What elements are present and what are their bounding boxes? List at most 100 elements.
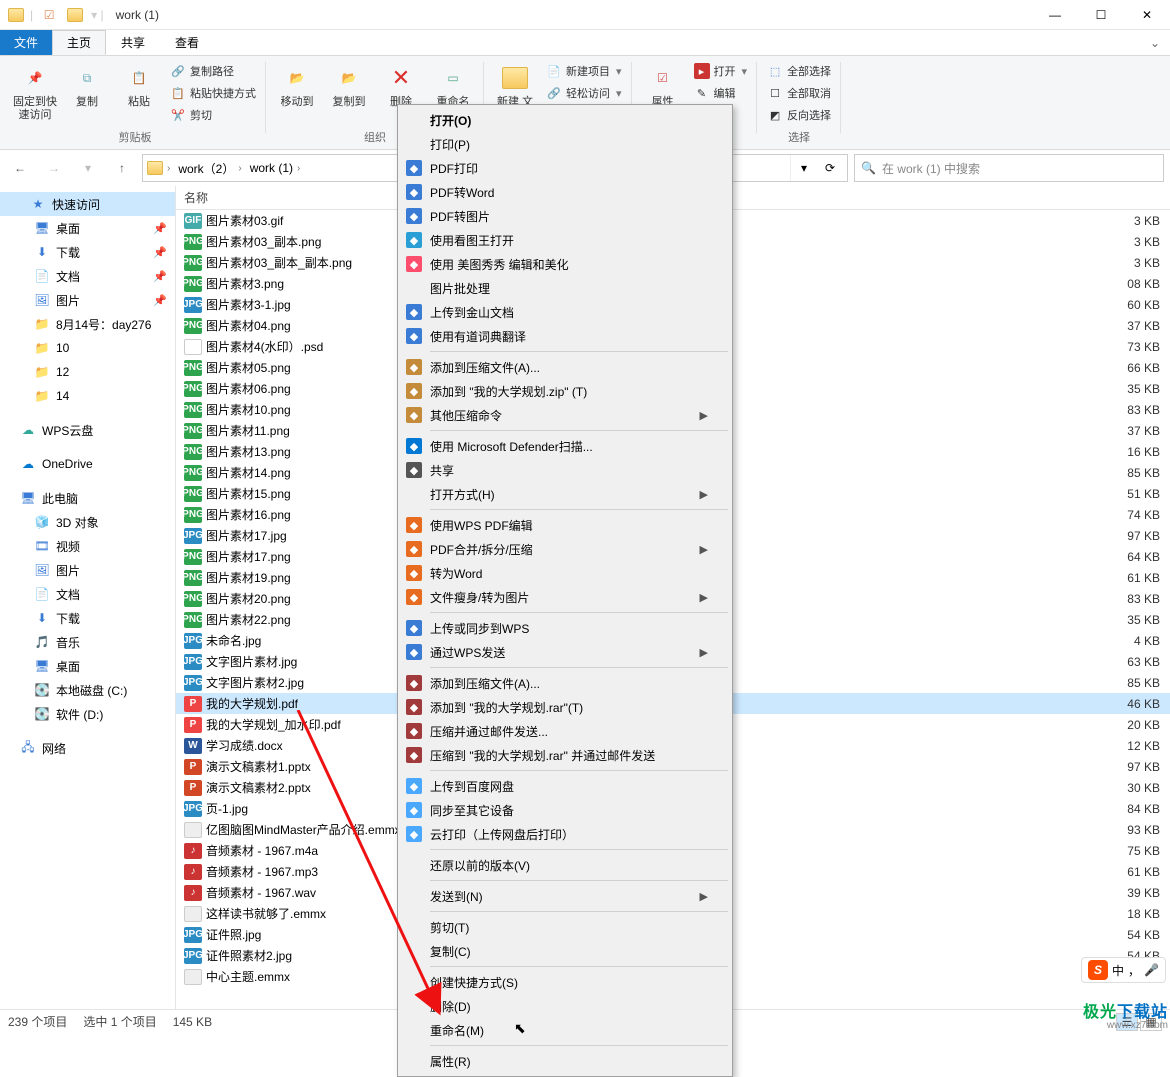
paste-button[interactable]: 📋粘贴: [114, 60, 164, 129]
address-dropdown[interactable]: ▾: [791, 155, 817, 181]
close-button[interactable]: ✕: [1124, 0, 1170, 30]
context-menu-item[interactable]: 删除(D): [400, 994, 730, 1018]
select-all-button[interactable]: ⬚全部选择: [763, 60, 835, 82]
context-menu-item[interactable]: 打开(O): [400, 108, 730, 132]
sidebar-thispc[interactable]: 🖥此电脑: [0, 486, 175, 510]
back-button[interactable]: ←: [6, 154, 34, 182]
sidebar-item[interactable]: 📁10: [0, 336, 175, 360]
tab-file[interactable]: 文件: [0, 30, 52, 55]
context-menu-item[interactable]: ◆ 添加到压缩文件(A)...: [400, 671, 730, 695]
menu-item-icon: ◆: [406, 184, 422, 200]
context-menu-item[interactable]: 发送到(N) ▶: [400, 884, 730, 908]
sidebar-item[interactable]: 🎵音乐: [0, 630, 175, 654]
tab-home[interactable]: 主页: [52, 30, 106, 55]
sidebar-item[interactable]: 📄文档: [0, 582, 175, 606]
context-menu-item[interactable]: ◆ 使用WPS PDF编辑: [400, 513, 730, 537]
sidebar-item[interactable]: 💽本地磁盘 (C:): [0, 678, 175, 702]
easy-access-button[interactable]: 🔗轻松访问▾: [542, 82, 626, 104]
qat-check-icon[interactable]: ☑: [39, 5, 59, 25]
ime-badge[interactable]: S 中 ， 🎤: [1081, 957, 1166, 983]
context-menu-item[interactable]: ◆ 添加到 "我的大学规划.zip" (T): [400, 379, 730, 403]
sidebar-item[interactable]: ⬇下载: [0, 606, 175, 630]
context-menu-item[interactable]: ◆ 使用看图王打开: [400, 228, 730, 252]
sidebar-item[interactable]: 📁12: [0, 360, 175, 384]
search-input[interactable]: 🔍 在 work (1) 中搜索: [854, 154, 1164, 182]
context-menu-item[interactable]: ◆ 同步至其它设备: [400, 798, 730, 822]
sidebar-item[interactable]: 📁14: [0, 384, 175, 408]
open-button[interactable]: ▸打开▾: [690, 60, 752, 82]
menu-item-icon: ◆: [406, 778, 422, 794]
context-menu-item[interactable]: ◆ 压缩并通过邮件发送...: [400, 719, 730, 743]
sidebar-item[interactable]: ⬇下载📌: [0, 240, 175, 264]
context-menu-item[interactable]: ◆ PDF合并/拆分/压缩 ▶: [400, 537, 730, 561]
minimize-button[interactable]: ―: [1032, 0, 1078, 30]
file-icon: PNG: [184, 486, 202, 502]
context-menu-item[interactable]: 属性(R): [400, 1049, 730, 1073]
tab-view[interactable]: 查看: [160, 30, 214, 55]
select-none-button[interactable]: ☐全部取消: [763, 82, 835, 104]
context-menu-item[interactable]: 创建快捷方式(S): [400, 970, 730, 994]
context-menu-item[interactable]: ◆ 上传到金山文档: [400, 300, 730, 324]
invert-selection-button[interactable]: ◩反向选择: [763, 104, 835, 126]
context-menu-item[interactable]: 还原以前的版本(V): [400, 853, 730, 877]
history-dropdown[interactable]: ▾: [74, 154, 102, 182]
sidebar-item[interactable]: 🖥桌面: [0, 654, 175, 678]
context-menu-item[interactable]: ◆ 共享: [400, 458, 730, 482]
context-menu-item[interactable]: ◆ 使用 Microsoft Defender扫描...: [400, 434, 730, 458]
breadcrumb-1[interactable]: work（2）›: [174, 160, 245, 177]
context-menu-item[interactable]: 复制(C): [400, 939, 730, 963]
context-menu-item[interactable]: ◆ 文件瘦身/转为图片 ▶: [400, 585, 730, 609]
copy-path-button[interactable]: 🔗复制路径: [166, 60, 260, 82]
context-menu-item[interactable]: ◆ PDF转Word: [400, 180, 730, 204]
pin-button[interactable]: 📌固定到快 速访问: [10, 60, 60, 129]
cut-button[interactable]: ✂️剪切: [166, 104, 260, 126]
copy-button[interactable]: ⧉复制: [62, 60, 112, 129]
sidebar-wps[interactable]: ☁WPS云盘: [0, 418, 175, 442]
context-menu-item[interactable]: ◆ 其他压缩命令 ▶: [400, 403, 730, 427]
context-menu-item[interactable]: ◆ 上传或同步到WPS: [400, 616, 730, 640]
qat-folder-icon[interactable]: [65, 5, 85, 25]
sidebar-item[interactable]: 📄文档📌: [0, 264, 175, 288]
sidebar-network[interactable]: 🖧网络: [0, 736, 175, 760]
context-menu-item[interactable]: 打开方式(H) ▶: [400, 482, 730, 506]
sidebar-item[interactable]: 🎞视频: [0, 534, 175, 558]
sidebar-item[interactable]: 🧊3D 对象: [0, 510, 175, 534]
context-menu-item[interactable]: 打印(P): [400, 132, 730, 156]
edit-button[interactable]: ✎编辑: [690, 82, 752, 104]
context-menu-item[interactable]: ◆ 使用有道词典翻译: [400, 324, 730, 348]
context-menu-item[interactable]: 剪切(T): [400, 915, 730, 939]
context-menu-item[interactable]: ◆ 使用 美图秀秀 编辑和美化: [400, 252, 730, 276]
breadcrumb-2[interactable]: work (1)›: [246, 161, 305, 175]
context-menu-item[interactable]: ◆ 添加到压缩文件(A)...: [400, 355, 730, 379]
context-menu-item[interactable]: ◆ PDF打印: [400, 156, 730, 180]
new-item-button[interactable]: 📄新建项目▾: [542, 60, 626, 82]
context-menu-item[interactable]: ◆ 转为Word: [400, 561, 730, 585]
refresh-button[interactable]: ⟳: [817, 155, 843, 181]
up-button[interactable]: ↑: [108, 154, 136, 182]
copy-to-button[interactable]: 📂复制到: [324, 60, 374, 129]
context-menu-item[interactable]: 图片批处理: [400, 276, 730, 300]
breadcrumb-root-chev[interactable]: ›: [163, 163, 174, 174]
paste-shortcut-button[interactable]: 📋粘贴快捷方式: [166, 82, 260, 104]
context-menu-item[interactable]: 重命名(M): [400, 1018, 730, 1042]
ribbon-collapse-button[interactable]: ⌄: [1140, 30, 1170, 55]
context-menu-item[interactable]: ◆ 云打印（上传网盘后打印）: [400, 822, 730, 846]
sidebar-quick-access[interactable]: ★快速访问: [0, 192, 175, 216]
maximize-button[interactable]: ☐: [1078, 0, 1124, 30]
context-menu-separator: [430, 880, 728, 881]
sidebar-item[interactable]: 🖼图片: [0, 558, 175, 582]
forward-button[interactable]: →: [40, 154, 68, 182]
sidebar-onedrive[interactable]: ☁OneDrive: [0, 452, 175, 476]
context-menu-item[interactable]: ◆ 压缩到 "我的大学规划.rar" 并通过邮件发送: [400, 743, 730, 767]
context-menu-item[interactable]: ◆ PDF转图片: [400, 204, 730, 228]
move-to-button[interactable]: 📂移动到: [272, 60, 322, 129]
context-menu-item[interactable]: ◆ 添加到 "我的大学规划.rar"(T): [400, 695, 730, 719]
sidebar-item[interactable]: 📁8月14号：day276: [0, 312, 175, 336]
context-menu-item[interactable]: ◆ 通过WPS发送 ▶: [400, 640, 730, 664]
tab-share[interactable]: 共享: [106, 30, 160, 55]
menu-item-icon: ◆: [406, 723, 422, 739]
context-menu-item[interactable]: ◆ 上传到百度网盘: [400, 774, 730, 798]
sidebar-item[interactable]: 🖼图片📌: [0, 288, 175, 312]
sidebar-item[interactable]: 💽软件 (D:): [0, 702, 175, 726]
sidebar-item[interactable]: 🖥桌面📌: [0, 216, 175, 240]
